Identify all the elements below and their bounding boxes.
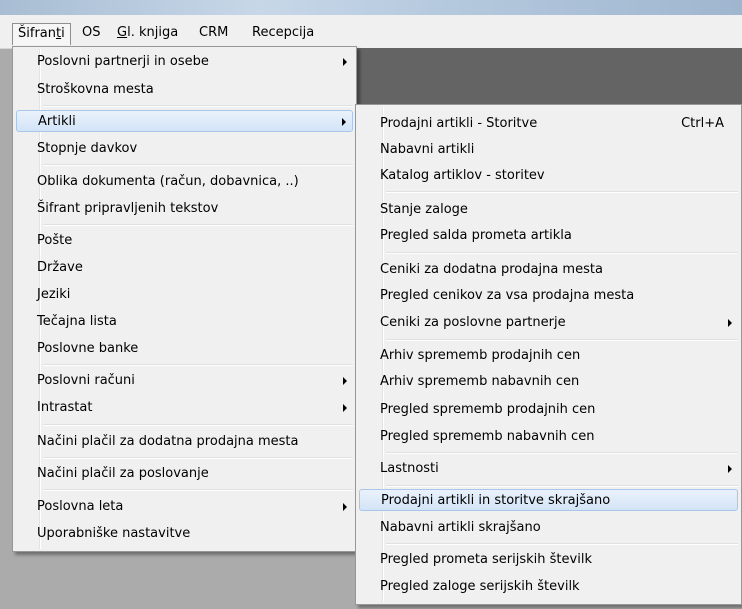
menu-item-poste[interactable]: Pošte — [16, 230, 353, 252]
menu-item-jeziki[interactable]: Jeziki — [16, 284, 353, 306]
submenu-item-arhiv-prodajnih[interactable]: Arhiv sprememb prodajnih cen — [359, 345, 738, 367]
menubar-item-os[interactable]: OS — [77, 23, 105, 45]
menu-item-artikli[interactable]: Artikli — [16, 110, 353, 132]
submenu-arrow-icon — [343, 58, 347, 66]
menubar-item-recepcija[interactable]: Recepcija — [247, 23, 319, 45]
submenu-arrow-icon — [728, 319, 732, 327]
menu-item-stroskovna-mesta[interactable]: Stroškovna mesta — [16, 79, 353, 101]
menu-separator — [386, 252, 738, 254]
menu-separator — [43, 457, 353, 459]
submenu-arrow-icon — [343, 404, 347, 412]
background-window — [356, 48, 742, 104]
submenu-item-ceniki-dodatna[interactable]: Ceniki za dodatna prodajna mesta — [359, 259, 738, 281]
submenu-arrow-icon — [343, 503, 347, 511]
menu-separator — [43, 489, 353, 491]
menu-separator — [386, 543, 738, 545]
menu-separator — [386, 191, 738, 193]
menu-item-poslovni-partnerji[interactable]: Poslovni partnerji in osebe — [16, 51, 353, 73]
artikli-submenu: Prodajni artikli - Storitve Ctrl+A Nabavn… — [355, 104, 742, 605]
menu-item-stopnje-davkov[interactable]: Stopnje davkov — [16, 138, 353, 160]
submenu-item-prodajni-skrajsano[interactable]: Prodajni artikli in storitve skrajšano — [359, 489, 738, 511]
submenu-item-arhiv-nabavnih[interactable]: Arhiv sprememb nabavnih cen — [359, 371, 738, 393]
menubar-item-sifranti[interactable]: Šifranti — [12, 23, 71, 45]
menubar-item-gl-knjiga[interactable]: Gl. knjiga — [112, 23, 183, 45]
menu-item-sifrant-tekstov[interactable]: Šifrant pripravljenih tekstov — [16, 198, 353, 220]
window-title-strip — [0, 0, 742, 15]
submenu-item-pregled-nabavnih[interactable]: Pregled sprememb nabavnih cen — [359, 426, 738, 448]
submenu-item-nabavni-skrajsano[interactable]: Nabavni artikli skrajšano — [359, 517, 738, 539]
submenu-item-katalog-artiklov[interactable]: Katalog artiklov - storitev — [359, 165, 738, 187]
menu-separator — [43, 105, 353, 107]
menu-separator — [386, 485, 738, 487]
menu-separator — [43, 364, 353, 366]
menu-item-intrastat[interactable]: Intrastat — [16, 397, 353, 419]
menu-bar: Šifranti OS Gl. knjiga CRM Recepcija — [0, 15, 742, 49]
submenu-arrow-icon — [728, 465, 732, 473]
menu-item-uporabniske-nastavitve[interactable]: Uporabniške nastavitve — [16, 523, 353, 545]
submenu-item-nabavni-artikli[interactable]: Nabavni artikli — [359, 139, 738, 161]
submenu-arrow-icon — [343, 377, 347, 385]
shortcut-label: Ctrl+A — [681, 116, 724, 131]
menu-separator — [43, 424, 353, 426]
menu-separator — [386, 452, 738, 454]
submenu-arrow-icon — [342, 118, 346, 126]
menu-item-poslovni-racuni[interactable]: Poslovni računi — [16, 370, 353, 392]
submenu-item-pregled-cenikov[interactable]: Pregled cenikov za vsa prodajna mesta — [359, 285, 738, 307]
submenu-item-promet-serijskih[interactable]: Pregled prometa serijskih številk — [359, 549, 738, 571]
menu-separator — [43, 164, 353, 166]
menu-item-poslovne-banke[interactable]: Poslovne banke — [16, 338, 353, 360]
submenu-item-stanje-zaloge[interactable]: Stanje zaloge — [359, 199, 738, 221]
menu-item-drzave[interactable]: Države — [16, 257, 353, 279]
menu-item-oblika-dokumenta[interactable]: Oblika dokumenta (račun, dobavnica, ..) — [16, 171, 353, 193]
menu-item-tecajna-lista[interactable]: Tečajna lista — [16, 311, 353, 333]
menubar-item-crm[interactable]: CRM — [194, 23, 233, 45]
submenu-item-prodajni-artikli[interactable]: Prodajni artikli - Storitve Ctrl+A — [359, 113, 738, 135]
submenu-item-pregled-prodajnih[interactable]: Pregled sprememb prodajnih cen — [359, 399, 738, 421]
sifranti-dropdown-menu: Poslovni partnerji in osebe Stroškovna m… — [12, 46, 357, 552]
menu-item-poslovna-leta[interactable]: Poslovna leta — [16, 496, 353, 518]
menu-separator — [43, 224, 353, 226]
submenu-item-pregled-salda[interactable]: Pregled salda prometa artikla — [359, 225, 738, 247]
menu-item-nacini-placil-poslovanje[interactable]: Načini plačil za poslovanje — [16, 463, 353, 485]
menu-separator — [386, 339, 738, 341]
submenu-item-zaloga-serijskih[interactable]: Pregled zaloge serijskih številk — [359, 576, 738, 598]
submenu-item-ceniki-partnerje[interactable]: Ceniki za poslovne partnerje — [359, 312, 738, 334]
menu-item-nacini-placil-prodajna[interactable]: Načini plačil za dodatna prodajna mesta — [16, 431, 353, 453]
submenu-item-lastnosti[interactable]: Lastnosti — [359, 458, 738, 480]
